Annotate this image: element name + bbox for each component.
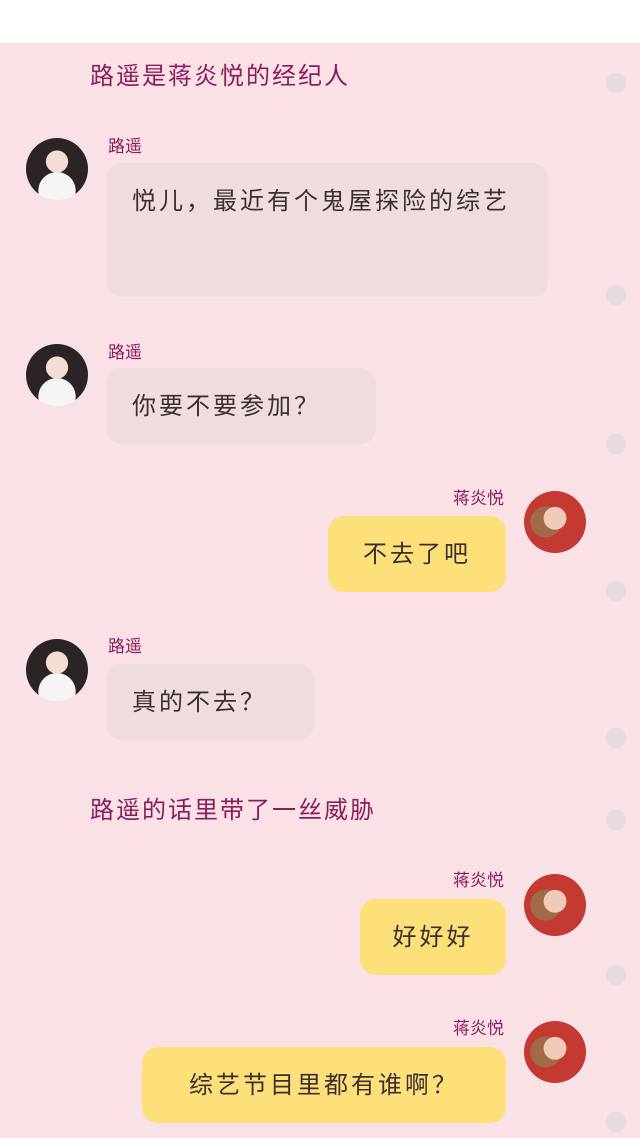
message-bubble-left: 悦儿，最近有个鬼屋探险的综艺	[106, 163, 548, 297]
sender-name: 蒋炎悦	[453, 871, 504, 891]
margin-dot	[606, 285, 626, 305]
margin-dot	[606, 434, 626, 454]
margin-dot	[606, 810, 626, 830]
margin-dot	[606, 1112, 626, 1132]
top-bar	[0, 0, 640, 43]
margin-dot	[606, 581, 626, 601]
sender-name: 路遥	[108, 343, 142, 363]
avatar-luyao[interactable]	[26, 344, 88, 406]
avatar-luyao[interactable]	[26, 639, 88, 701]
margin-dot	[606, 728, 626, 748]
avatar-jiangyanyue[interactable]	[524, 1021, 586, 1083]
sender-name: 路遥	[108, 137, 142, 157]
margin-dot	[606, 965, 626, 985]
message-bubble-right: 不去了吧	[328, 516, 506, 592]
sender-name: 蒋炎悦	[453, 1019, 504, 1039]
narration-text: 路遥是蒋炎悦的经纪人	[90, 62, 350, 90]
sender-name: 蒋炎悦	[453, 489, 504, 509]
message-bubble-right: 综艺节目里都有谁啊？	[142, 1047, 506, 1123]
avatar-jiangyanyue[interactable]	[524, 874, 586, 936]
narration-text: 路遥的话里带了一丝威胁	[90, 796, 376, 824]
message-bubble-right: 好好好	[360, 899, 506, 975]
avatar-jiangyanyue[interactable]	[524, 491, 586, 553]
margin-dot	[606, 73, 626, 93]
message-bubble-left: 真的不去？	[106, 664, 314, 740]
avatar-luyao[interactable]	[26, 138, 88, 200]
sender-name: 路遥	[108, 637, 142, 657]
message-bubble-left: 你要不要参加？	[106, 368, 376, 444]
